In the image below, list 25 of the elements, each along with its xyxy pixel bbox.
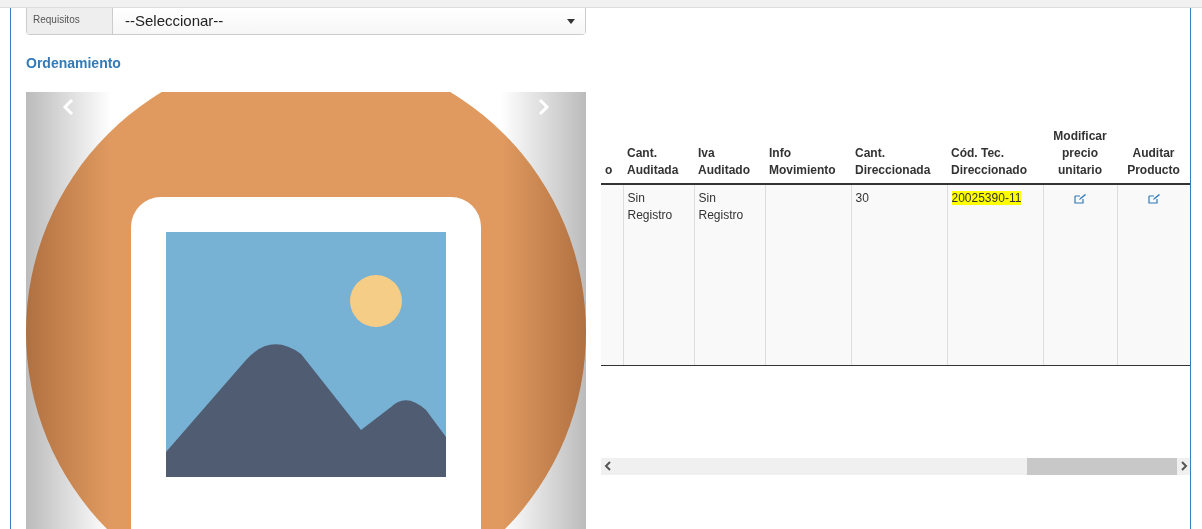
table-cell: Sin Registro: [698, 191, 744, 222]
column-header: Cód. Tec. Direccionado: [951, 146, 1028, 177]
horizontal-scrollbar[interactable]: [601, 457, 1190, 475]
select-value: --Seleccionar--: [125, 10, 224, 31]
column-header: o: [605, 163, 613, 177]
column-header: Iva Auditado: [698, 146, 750, 177]
column-header: Auditar Producto: [1127, 146, 1180, 177]
scroll-left-icon[interactable]: [604, 461, 612, 471]
scroll-right-icon[interactable]: [1180, 461, 1188, 471]
chevron-left-icon: [62, 98, 74, 116]
edit-icon[interactable]: [1074, 193, 1086, 205]
table-cell: 30: [855, 191, 869, 205]
table-cell: Sin Registro: [627, 191, 673, 222]
table-cell: 20025390-11: [951, 191, 1022, 205]
scrollbar-thumb[interactable]: [1027, 457, 1177, 475]
field-label: Requisitos: [27, 8, 113, 34]
column-header: Info Movimiento: [769, 146, 836, 177]
column-header: Modificar precio unitario: [1053, 129, 1107, 177]
section-title: Ordenamiento: [26, 54, 122, 73]
chevron-right-icon: [538, 98, 550, 116]
column-header: Cant. Direccionada: [855, 146, 931, 177]
dropdown-caret-icon: [567, 18, 575, 24]
requisitos-select[interactable]: Requisitos --Seleccionar--: [26, 8, 586, 35]
edit-icon[interactable]: [1147, 193, 1160, 205]
column-header: Cant. Auditada: [627, 146, 679, 177]
